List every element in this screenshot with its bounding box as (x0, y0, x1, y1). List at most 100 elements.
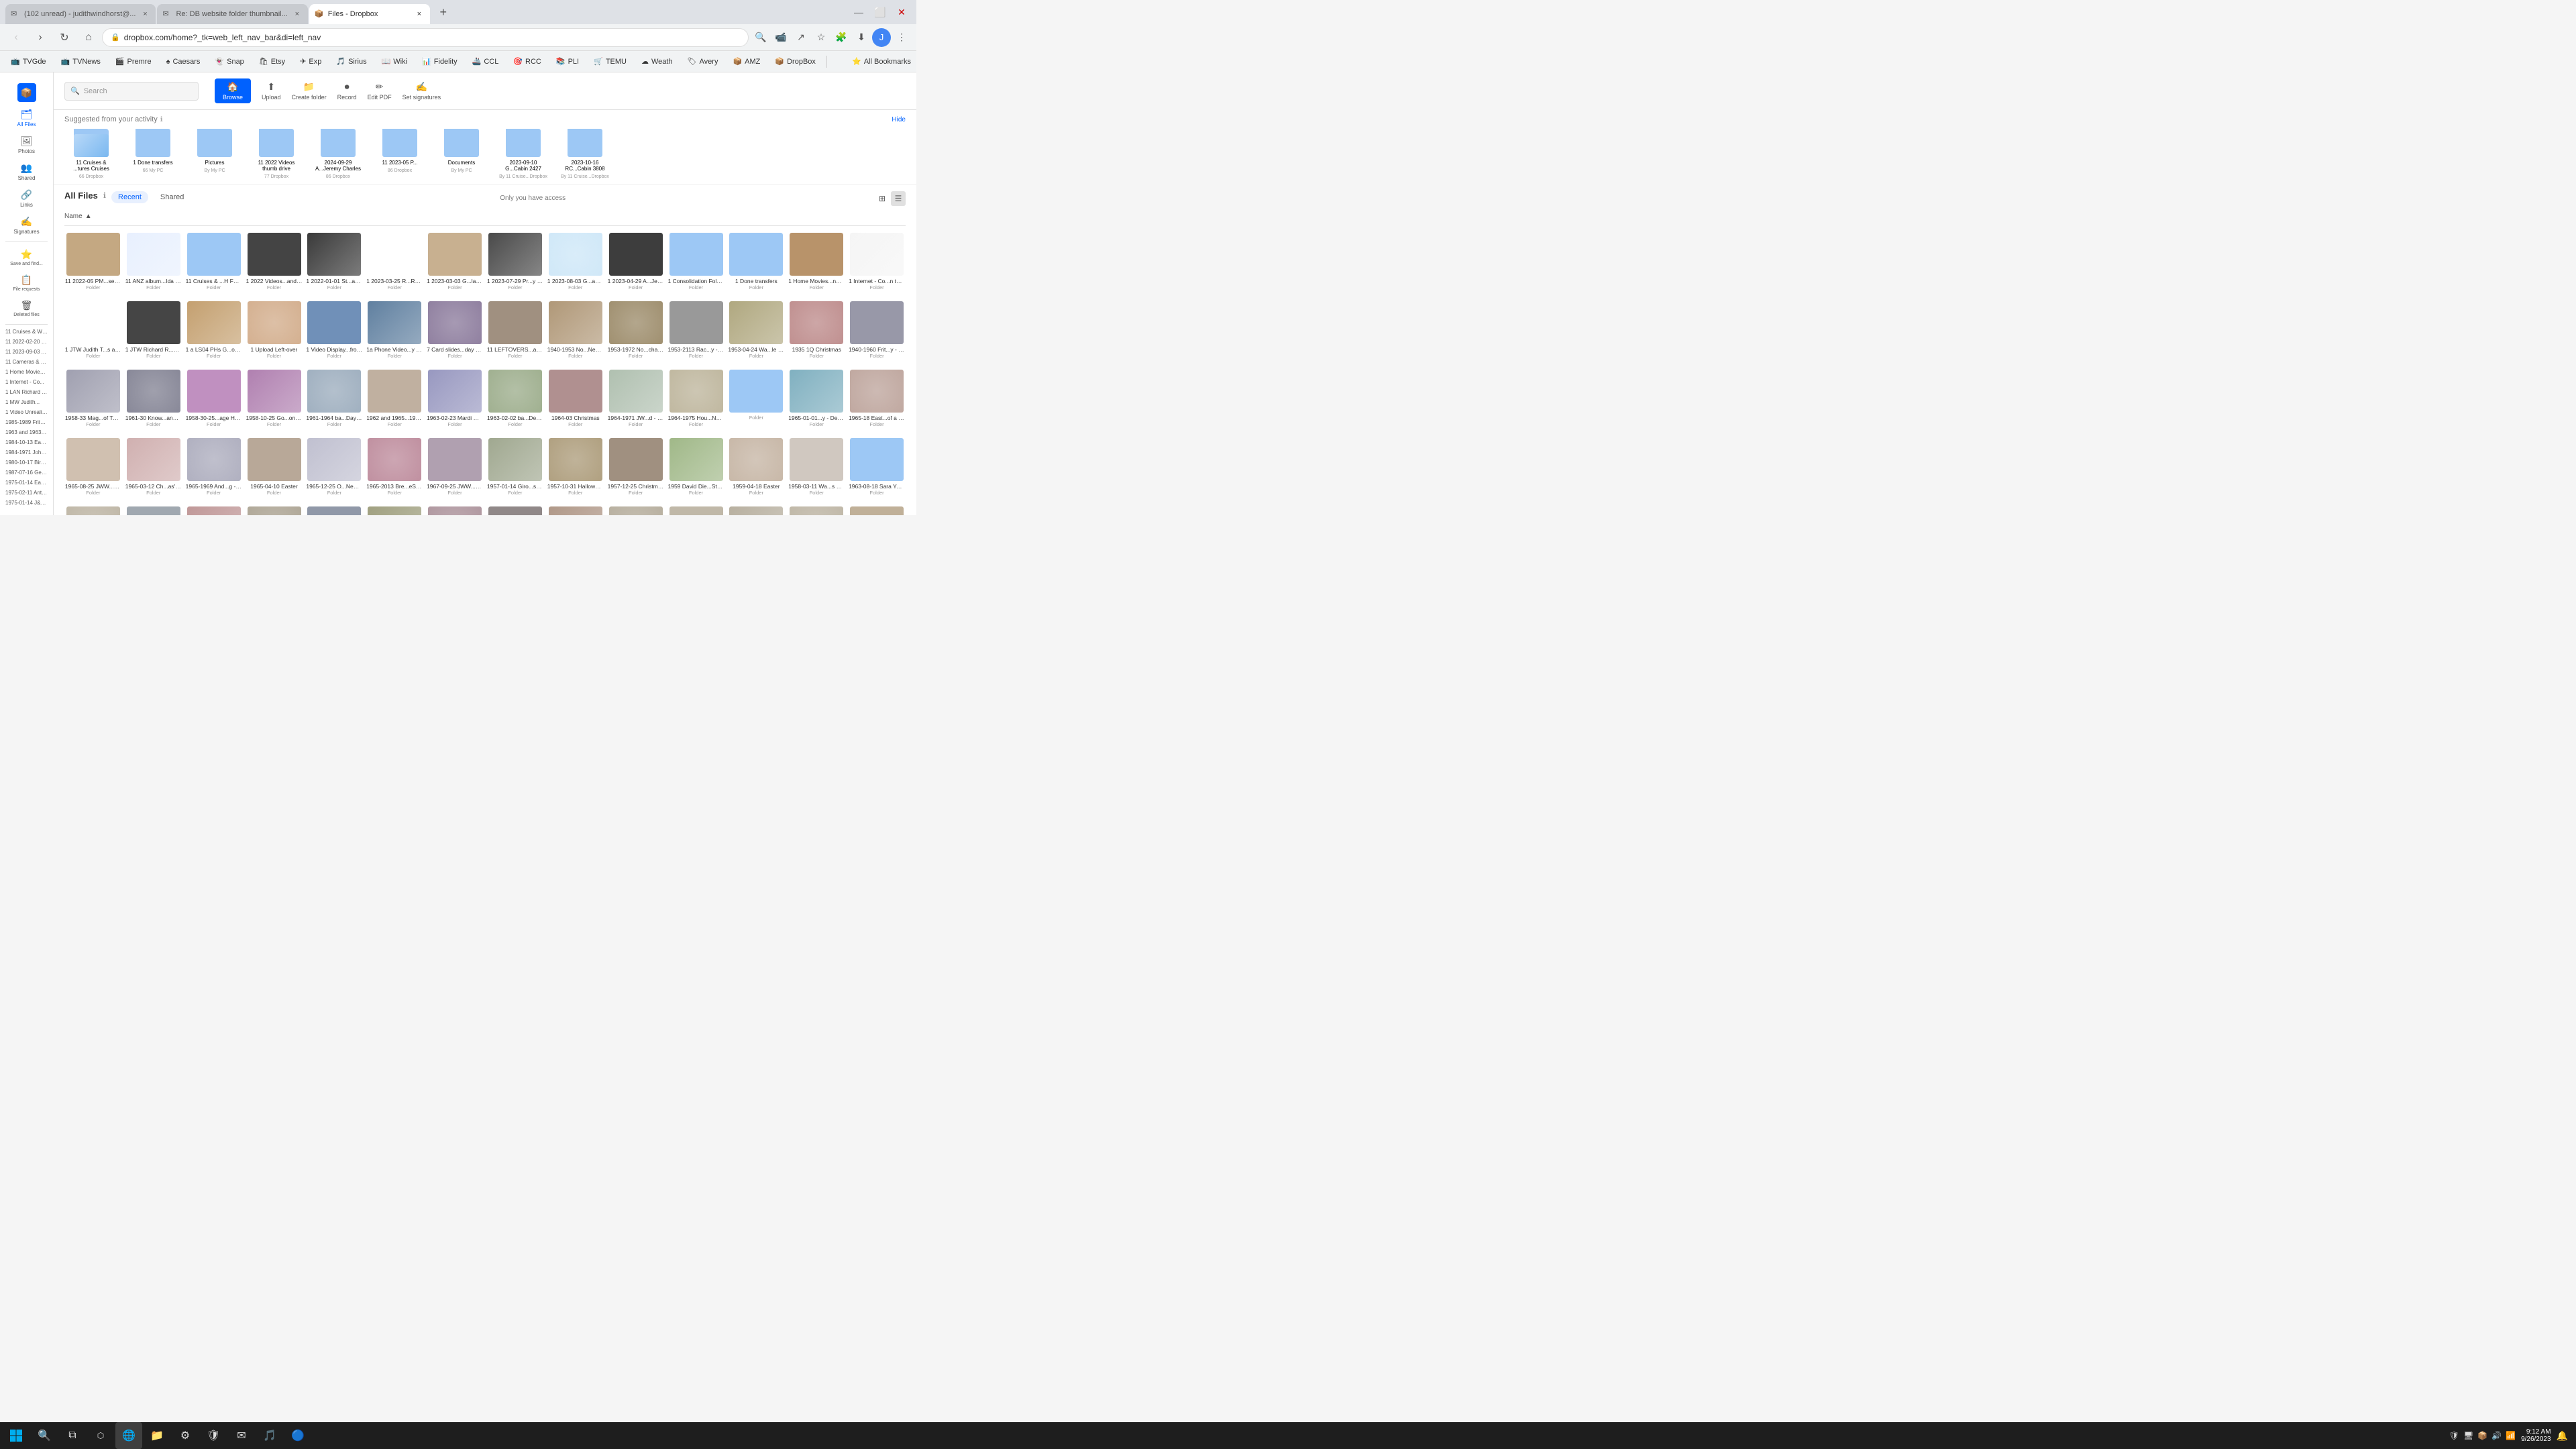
toolbar-signatures-button[interactable]: ✍ Set signatures (402, 81, 441, 101)
sidebar-item-deleted[interactable]: 🗑 Deleted files (0, 296, 53, 321)
sidebar-folder-1987[interactable]: 1987-07-16 Geno... (3, 468, 50, 478)
sidebar-folder-1975a[interactable]: 1975-01-14 Easter... (3, 478, 50, 488)
file-item[interactable]: 1958-10-25 Go...on Broadway-Folder (246, 366, 303, 431)
bookmark-etsy[interactable]: 🛍 Etsy (254, 56, 290, 67)
file-item[interactable]: 1965-01-01...y - Dear Home PoolFolder (788, 366, 845, 431)
toolbar-editpdf-button[interactable]: ✏ Edit PDF (368, 81, 392, 101)
tab-close-email1[interactable]: × (140, 9, 150, 19)
sidebar-item-photos[interactable]: 🖼 Photos (0, 131, 53, 158)
file-item[interactable]: Folder (727, 366, 785, 431)
sidebar-folder-am[interactable]: 11 2023-09-03 AM... (3, 347, 50, 357)
file-item[interactable]: 1970-03-08 Ab...y Fritz WindhorstFolder (788, 502, 845, 515)
address-bar[interactable]: 🔒 dropbox.com/home?_tk=web_left_nav_bar&… (102, 28, 749, 47)
file-item[interactable]: 1 Internet - Co...n tech supportFolder (848, 229, 906, 294)
file-item[interactable]: 1965-03-12 Ch...as's Eve PartyFolder (125, 434, 182, 500)
file-item[interactable]: 1968-06-08 El...woman at largeFolder (486, 502, 544, 515)
bookmark-dropbox[interactable]: 📦 DropBox (769, 56, 821, 67)
suggested-item-5[interactable]: 2024-09-29 A...Jeremy Charles 86 Dropbox (311, 129, 365, 179)
sidebar-folder-1975b[interactable]: 1975-02-11 Antiqu... (3, 488, 50, 498)
taskbar-edge-button[interactable]: 🌐 (115, 1422, 142, 1449)
suggested-item-4[interactable]: 11 2022 Videos thumb drive 77 Dropbox (250, 129, 303, 179)
file-item[interactable]: 1 2022 Videos...and Theme driveFolder (246, 229, 303, 294)
sidebar-folder-1984[interactable]: 1984-1971 John B... (3, 447, 50, 458)
sidebar-item-signatures[interactable]: ✍ Signatures (0, 212, 53, 239)
tab-close-dropbox[interactable]: × (414, 9, 425, 19)
files-list-view-button[interactable]: ☰ (891, 191, 906, 206)
file-item[interactable]: 1959 David Die...Street houseFolder (667, 434, 725, 500)
taskbar-settings-button[interactable]: ⚙ (172, 1422, 199, 1449)
file-item[interactable]: 11 Cruises & ...H Future CruisesFolder (185, 229, 243, 294)
file-item[interactable]: 1965-2013 Bre...eSout BrechterFolder (366, 434, 423, 500)
file-item[interactable]: 1970-01-10 Kna...Judith WindhorstFolder (667, 502, 725, 515)
home-button[interactable]: ⌂ (78, 27, 99, 48)
toolbar-browse-button[interactable]: 🏠 Browse (215, 78, 251, 103)
file-item[interactable]: 1969-12-25 ChristmasFolder (547, 502, 604, 515)
bookmark-sirius[interactable]: 🎵 Sirius (331, 56, 372, 67)
file-item[interactable]: 1 Video Display...from VHS Del-Folder (305, 297, 363, 363)
file-item[interactable]: 11 ANZ album...Ida - With ImgsFolder (125, 229, 182, 294)
toolbar-upload-button[interactable]: ⬆ Upload (262, 81, 281, 101)
file-item[interactable]: 1935 1Q ChristmasFolder (788, 297, 845, 363)
file-item[interactable]: 1940-1960 Frit...y - a Glamour of LAFold… (848, 297, 906, 363)
file-item[interactable]: 1970-03-02 Mac...Charles AvenueFolder (727, 502, 785, 515)
file-item[interactable]: 1964-1971 JW...d - 1st Early YearsFolder (607, 366, 665, 431)
bookmark-pli[interactable]: 📚 PLI (551, 56, 584, 67)
search-box[interactable]: 🔍 Search (64, 82, 199, 101)
file-item[interactable]: 1963-02-02 ba...Deer backyardFolder (486, 366, 544, 431)
sidebar-item-filerequests[interactable]: 📋 File requests (0, 270, 53, 296)
file-item[interactable]: 1957-12-25 ChristmasFolder (607, 434, 665, 500)
search-taskbar-button[interactable]: 🔍 (31, 1422, 58, 1449)
files-tab-recent[interactable]: Recent (111, 191, 148, 203)
menu-button[interactable]: ⋮ (892, 28, 911, 47)
suggested-item-2[interactable]: 1 Done transfers 66 My PC (126, 129, 180, 179)
file-item[interactable]: 1958-03-11 Wa...s Book WeddingFolder (788, 434, 845, 500)
sidebar-folder-cameras[interactable]: 11 Cameras & L... (3, 357, 50, 367)
file-item[interactable]: 1965-08-25 JWW...e-14th BirthdayFolder (64, 502, 122, 515)
file-item[interactable]: 1959-04-18 EasterFolder (727, 434, 785, 500)
back-button[interactable]: ‹ (5, 27, 27, 48)
share-button[interactable]: ↗ (792, 28, 810, 47)
bookmark-button[interactable]: ☆ (812, 28, 830, 47)
suggested-item-6[interactable]: 11 2023-05 P... 86 Dropbox (373, 129, 427, 179)
files-tab-shared[interactable]: Shared (154, 191, 191, 203)
refresh-button[interactable]: ↻ (54, 27, 75, 48)
tab-email2[interactable]: ✉ Re: DB website folder thumbnail... × (157, 4, 307, 24)
suggested-item-7[interactable]: Documents By My PC (435, 129, 488, 179)
sidebar-folder-1976a[interactable]: 1976-05-08 JWW... (3, 508, 50, 510)
bookmark-fidelity[interactable]: 📊 Fidelity (417, 56, 463, 67)
file-item[interactable]: 1969-01-31 Ph...34th BirthdayFolder (246, 502, 303, 515)
sidebar-folder-internet[interactable]: 1 Internet - Co... (3, 377, 50, 387)
file-item[interactable]: 1 2023-03-25 R...RRC stirs ACAFolder (366, 229, 423, 294)
file-item[interactable]: 1 2023-03-03 G...last three timesFolder (426, 229, 484, 294)
bookmark-ccl[interactable]: 🚢 CCL (467, 56, 504, 67)
tab-dropbox[interactable]: 📦 Files - Dropbox × (309, 4, 430, 24)
file-item[interactable]: 1957-01-14 Giro...s Geneva HotelFolder (486, 434, 544, 500)
file-item[interactable]: 1 JTW Judith T...s and LeftoversFolder (64, 297, 122, 363)
file-item[interactable]: 1 2022-01-01 St...arding My LifeFolder (305, 229, 363, 294)
file-item[interactable]: 1969-10-11 At...1 AuditoriumFolder (305, 502, 363, 515)
sidebar-item-links[interactable]: 🔗 Links (0, 185, 53, 212)
file-item[interactable]: 1965-04-10 EasterFolder (246, 434, 303, 500)
file-item[interactable]: 1965-08-25 JWW...d 1st BirthdayFolder (64, 434, 122, 500)
files-grid-view-button[interactable]: ⊞ (875, 191, 890, 206)
close-button[interactable]: ✕ (892, 3, 911, 21)
file-item[interactable]: 1958-33 Mag...of Two SistersFolder (64, 366, 122, 431)
toolbar-createfolder-button[interactable]: 📁 Create folder (292, 81, 327, 101)
sidebar-folder-mw[interactable]: 1 MW Judith... (3, 397, 50, 407)
extensions-button[interactable]: 🧩 (832, 28, 851, 47)
file-item[interactable]: 1970-03-29 EasterFolder (848, 502, 906, 515)
bookmark-tvgde[interactable]: 📺 TVGde (5, 56, 52, 67)
new-tab-button[interactable]: + (434, 3, 453, 21)
file-item[interactable]: 1953-2113 Rac...y - Malvine, LRFolder (667, 297, 725, 363)
sidebar-folder-1975c[interactable]: 1975-01-14 J&K... (3, 498, 50, 508)
bookmark-snap[interactable]: 👻 Snap (209, 56, 249, 67)
file-item[interactable]: 1963-08-18 Sara Yolanda TripFolder (848, 434, 906, 500)
bookmark-tvnews[interactable]: 📺 TVNews (56, 56, 106, 67)
file-item[interactable]: 11 LEFTOVERS...ast to be movedFolder (486, 297, 544, 363)
hide-button[interactable]: Hide (892, 116, 906, 123)
sidebar-folder-fritz[interactable]: 1985-1989 Fritz W... (3, 417, 50, 427)
bookmark-caesars[interactable]: ♠ Caesars (161, 56, 206, 67)
sidebar-folder-lan[interactable]: 1 LAN Richard Ro... (3, 387, 50, 397)
taskbar-security-button[interactable]: 🛡 (200, 1422, 227, 1449)
download-button[interactable]: ⬇ (852, 28, 871, 47)
